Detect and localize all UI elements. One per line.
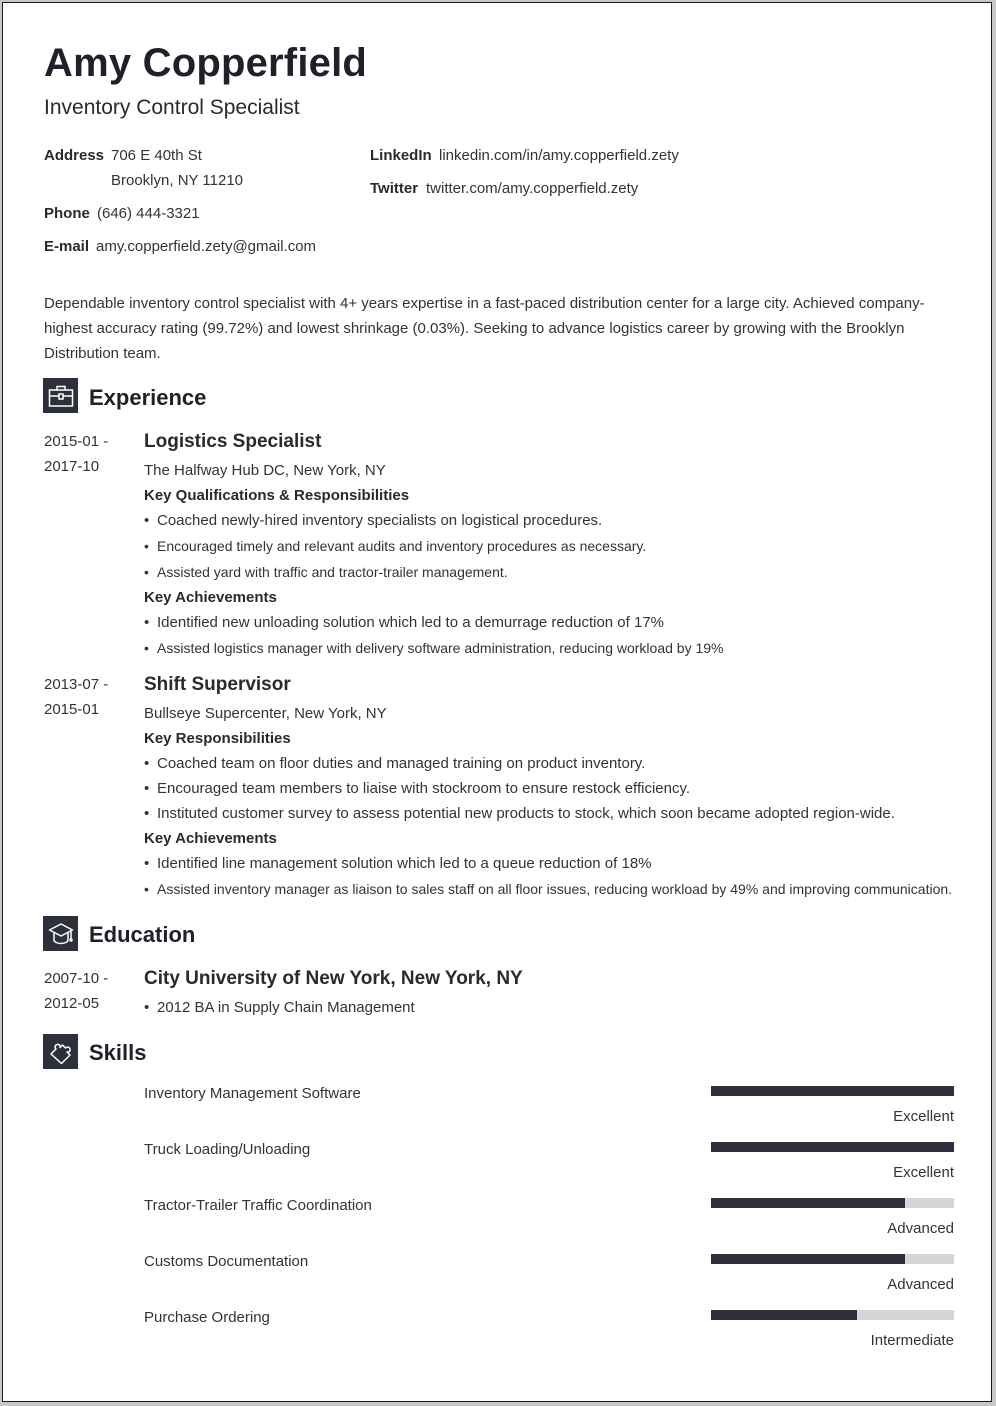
achievements-heading: Key Achievements — [144, 830, 277, 847]
skill-bar-fill — [711, 1086, 954, 1096]
skill-bar — [711, 1198, 954, 1208]
twitter-value[interactable]: twitter.com/amy.copperfield.zety — [426, 180, 638, 197]
school-name: City University of New York, New York, N… — [144, 968, 523, 989]
company: The Halfway Hub DC, New York, NY — [144, 462, 386, 479]
skill-bar-fill — [711, 1142, 954, 1152]
skill-level: Intermediate — [870, 1332, 954, 1349]
list-item: Coached team on floor duties and managed… — [144, 755, 645, 772]
skill-name: Truck Loading/Unloading — [144, 1141, 311, 1158]
company: Bullseye Supercenter, New York, NY — [144, 705, 387, 722]
list-item: Encouraged timely and relevant audits an… — [144, 538, 646, 554]
section-title-skills: Skills — [89, 1040, 147, 1065]
resume-page: Amy Copperfield Inventory Control Specia… — [2, 2, 992, 1402]
list-item: Coached newly-hired inventory specialist… — [144, 512, 602, 529]
date-end: 2017-10 — [44, 458, 100, 475]
date-end: 2015-01 — [44, 701, 100, 718]
date-start: 2007-10 - — [44, 970, 109, 987]
skill-name: Tractor-Trailer Traffic Coordination — [144, 1197, 372, 1214]
list-item: Assisted yard with traffic and tractor-t… — [144, 564, 508, 580]
candidate-name: Amy Copperfield — [44, 41, 368, 85]
phone-value: (646) 444-3321 — [97, 205, 200, 222]
list-item: Encouraged team members to liaise with s… — [144, 780, 690, 797]
list-item: Assisted logistics manager with delivery… — [144, 640, 723, 656]
skill-name: Inventory Management Software — [144, 1085, 361, 1102]
skill-name: Customs Documentation — [144, 1253, 309, 1270]
skill-level: Excellent — [893, 1164, 954, 1181]
graduation-cap-icon — [43, 916, 78, 951]
skill-bar-fill — [711, 1198, 906, 1208]
skill-level: Advanced — [887, 1220, 954, 1237]
list-item: 2012 BA in Supply Chain Management — [144, 999, 415, 1016]
responsibilities-heading: Key Qualifications & Responsibilities — [144, 487, 410, 504]
address-line2: Brooklyn, NY 11210 — [111, 172, 244, 189]
date-start: 2013-07 - — [44, 676, 109, 693]
responsibilities-heading: Key Responsibilities — [144, 730, 291, 747]
address-label: Address — [44, 147, 105, 164]
skill-bar — [711, 1086, 954, 1096]
list-item: Instituted customer survey to assess pot… — [144, 805, 895, 822]
achievements-heading: Key Achievements — [144, 589, 277, 606]
phone-label: Phone — [44, 205, 90, 222]
skill-level: Excellent — [893, 1108, 954, 1125]
skill-bar — [711, 1310, 954, 1320]
skill-level: Advanced — [887, 1276, 954, 1293]
email-value[interactable]: amy.copperfield.zety@gmail.com — [96, 238, 316, 255]
list-item: Identified new unloading solution which … — [144, 614, 664, 631]
section-title-experience: Experience — [89, 385, 207, 410]
date-start: 2015-01 - — [44, 433, 109, 450]
skill-bar-fill — [711, 1310, 857, 1320]
skill-name: Purchase Ordering — [144, 1309, 270, 1326]
address-line1: 706 E 40th St — [111, 147, 202, 164]
profile-summary: Dependable inventory control specialist … — [44, 295, 925, 362]
skill-bar-fill — [711, 1254, 906, 1264]
job-title: Inventory Control Specialist — [44, 96, 300, 119]
skill-bar — [711, 1254, 954, 1264]
list-item: Assisted inventory manager as liaison to… — [144, 881, 952, 897]
email-label: E-mail — [44, 238, 90, 255]
skill-bar — [711, 1142, 954, 1152]
list-item: Identified line management solution whic… — [144, 855, 652, 872]
linkedin-value[interactable]: linkedin.com/in/amy.copperfield.zety — [439, 147, 679, 164]
position-title: Logistics Specialist — [144, 431, 322, 452]
twitter-label: Twitter — [370, 180, 419, 197]
briefcase-icon — [43, 378, 78, 413]
linkedin-label: LinkedIn — [370, 147, 432, 164]
position-title: Shift Supervisor — [144, 674, 291, 695]
date-end: 2012-05 — [44, 995, 100, 1012]
puzzle-piece-icon — [43, 1034, 78, 1069]
section-title-education: Education — [89, 922, 196, 947]
